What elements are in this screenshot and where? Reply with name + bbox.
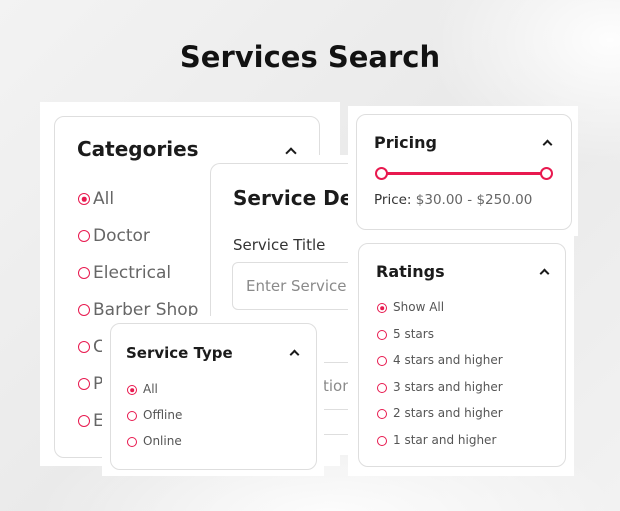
radio-category-doctor[interactable] <box>78 230 90 242</box>
page-title: Services Search <box>179 40 441 74</box>
radio-category-barber-shop[interactable] <box>78 304 90 316</box>
categories-title: Categories <box>77 137 199 161</box>
radio-category-all[interactable] <box>78 193 90 205</box>
pricing-title: Pricing <box>374 133 437 152</box>
service-type-title: Service Type <box>126 344 233 362</box>
service-type-card: Service Type All Offline Online <box>110 323 317 470</box>
radio-rating-2[interactable] <box>377 409 387 419</box>
radio-rating-1[interactable] <box>377 436 387 446</box>
price-slider-track[interactable] <box>382 172 546 175</box>
price-range-value: $30.00 - $250.00 <box>415 192 533 208</box>
chevron-up-icon[interactable] <box>539 268 550 279</box>
chevron-up-icon[interactable] <box>289 349 300 360</box>
service-title-placeholder: Enter Service <box>246 277 347 295</box>
price-slider-max-handle[interactable] <box>540 167 553 180</box>
rating-option[interactable]: Show All <box>393 300 444 314</box>
service-title-label: Service Title <box>233 236 326 254</box>
radio-category-c[interactable] <box>78 341 90 353</box>
category-option[interactable]: Doctor <box>93 226 150 246</box>
rating-option[interactable]: 3 stars and higher <box>393 380 503 394</box>
radio-type-all[interactable] <box>127 385 137 395</box>
radio-rating-5[interactable] <box>377 330 387 340</box>
price-readout: Price: $30.00 - $250.00 <box>374 192 532 208</box>
category-option[interactable]: All <box>93 189 114 209</box>
rating-option[interactable]: 1 star and higher <box>393 433 496 447</box>
radio-type-online[interactable] <box>127 437 137 447</box>
service-type-option[interactable]: All <box>143 382 158 396</box>
price-label: Price: <box>374 192 412 208</box>
radio-category-electrical[interactable] <box>78 267 90 279</box>
service-type-option[interactable]: Online <box>143 434 182 448</box>
radio-type-offline[interactable] <box>127 411 137 421</box>
pricing-card: Pricing Price: $30.00 - $250.00 <box>356 114 572 230</box>
rating-option[interactable]: 5 stars <box>393 327 434 341</box>
radio-rating-4[interactable] <box>377 356 387 366</box>
rating-option[interactable]: 2 stars and higher <box>393 406 503 420</box>
radio-rating-show-all[interactable] <box>377 303 387 313</box>
category-option[interactable]: Electrical <box>93 263 171 283</box>
radio-rating-3[interactable] <box>377 383 387 393</box>
service-type-option[interactable]: Offline <box>143 408 182 422</box>
ratings-title: Ratings <box>376 262 445 281</box>
rating-option[interactable]: 4 stars and higher <box>393 353 503 367</box>
price-slider-min-handle[interactable] <box>375 167 388 180</box>
radio-category-p[interactable] <box>78 378 90 390</box>
chevron-up-icon[interactable] <box>542 139 553 150</box>
radio-category-e[interactable] <box>78 415 90 427</box>
ratings-card: Ratings Show All 5 stars 4 stars and hig… <box>358 243 566 467</box>
